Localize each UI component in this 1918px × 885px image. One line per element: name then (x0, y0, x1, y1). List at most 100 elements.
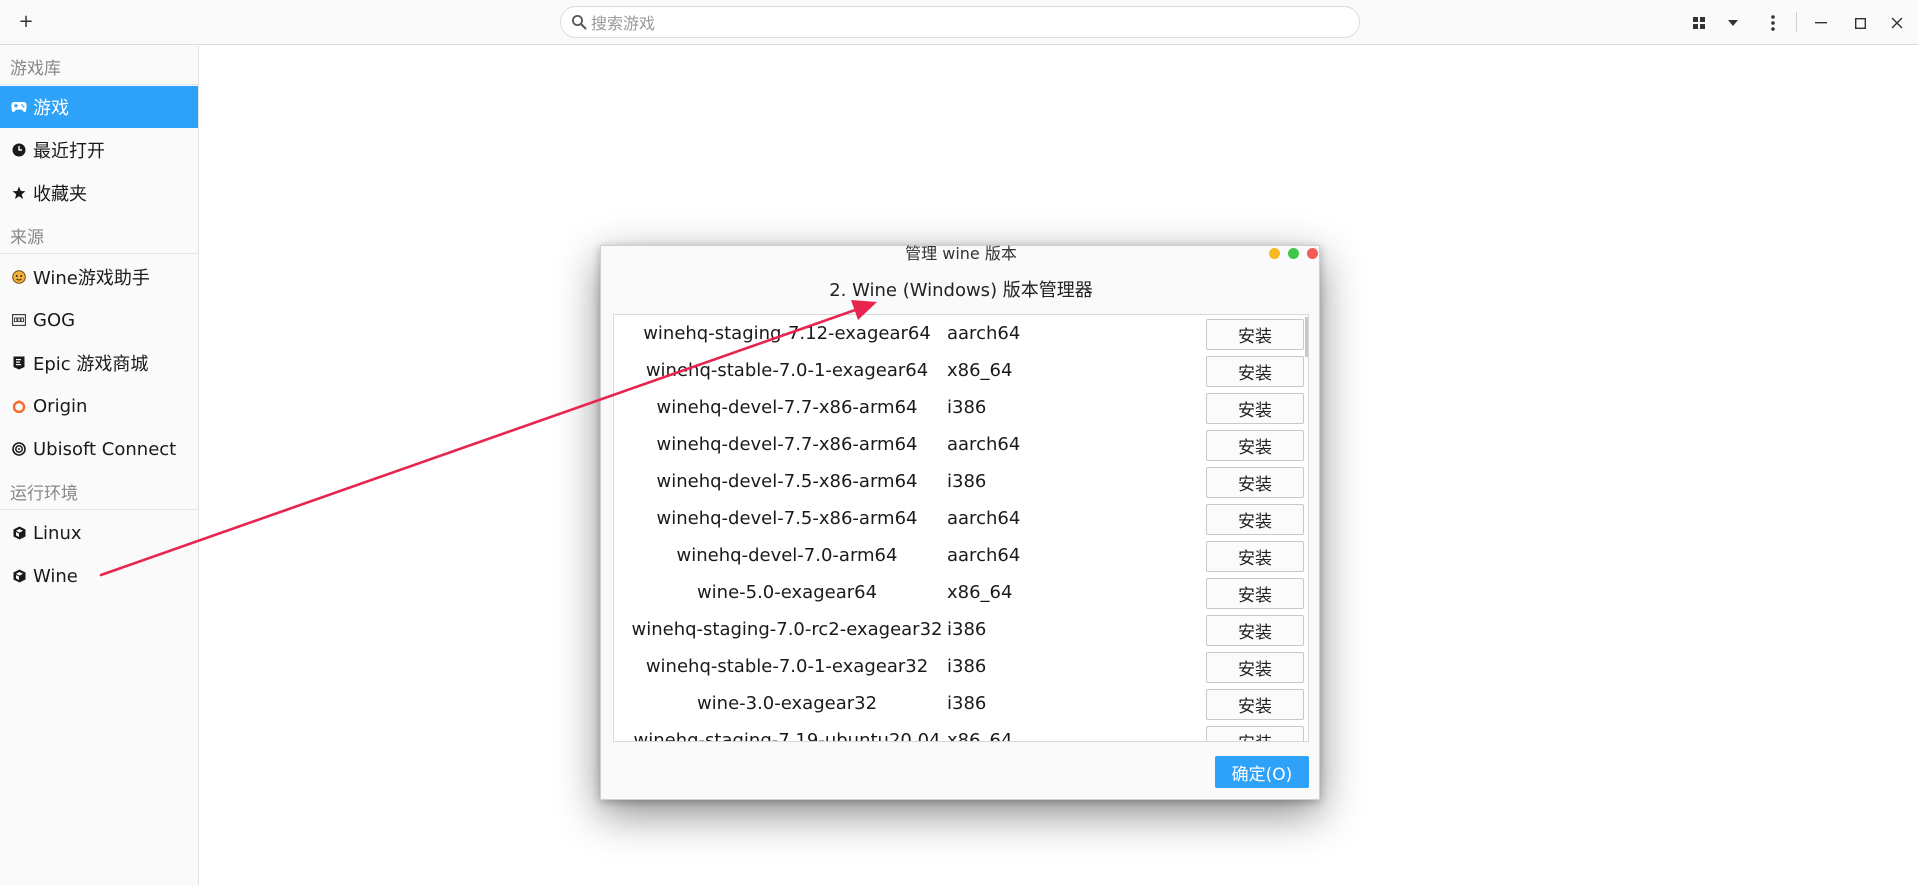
version-arch: x86_64 (947, 360, 1013, 381)
section-divider (0, 253, 198, 254)
dialog-minimize-icon[interactable] (1269, 248, 1280, 259)
install-button[interactable]: 安装 (1206, 726, 1304, 741)
wine-version-list[interactable]: winehq-staging-7.12-exagear64 aarch64 安装… (613, 314, 1309, 742)
dropdown-icon[interactable] (1722, 12, 1744, 34)
version-arch: i386 (947, 656, 987, 677)
sidebar-item-label: 收藏夹 (33, 184, 87, 205)
version-arch: i386 (947, 619, 987, 640)
install-button[interactable]: 安装 (1206, 356, 1304, 387)
sidebar-item-label: GOG (33, 309, 76, 331)
ubisoft-icon (11, 441, 27, 457)
sidebar-item-label: 最近打开 (33, 141, 105, 162)
sidebar-item-ubisoft[interactable]: Ubisoft Connect (0, 428, 198, 470)
table-row: wine-3.0-exagear32 i386 安装 (614, 685, 1308, 722)
maximize-icon[interactable] (1849, 12, 1871, 34)
sidebar-item-recent[interactable]: 最近打开 (0, 129, 198, 171)
section-title-runtimes: 运行环境 (10, 484, 78, 504)
clock-icon (11, 142, 27, 158)
sidebar-item-label: Ubisoft Connect (33, 438, 177, 460)
titlebar-separator (1796, 12, 1797, 32)
sidebar-item-label: Wine (33, 565, 78, 587)
sidebar-item-games[interactable]: 游戏 (0, 86, 198, 128)
sidebar-item-label: Wine游戏助手 (33, 268, 150, 289)
minimize-icon[interactable] (1810, 12, 1832, 34)
version-arch: i386 (947, 471, 987, 492)
dialog-maximize-icon[interactable] (1288, 248, 1299, 259)
version-name: winehq-staging-7.0-rc2-exagear32 (631, 619, 943, 640)
search-input[interactable] (591, 11, 1341, 35)
table-row: wine-5.0-exagear64 x86_64 安装 (614, 574, 1308, 611)
install-button[interactable]: 安装 (1206, 689, 1304, 720)
sidebar-item-origin[interactable]: Origin (0, 385, 198, 427)
dialog-heading: 2. Wine (Windows) 版本管理器 (829, 280, 1093, 301)
version-arch: aarch64 (947, 323, 1021, 344)
table-row: winehq-devel-7.7-x86-arm64 aarch64 安装 (614, 426, 1308, 463)
table-row: winehq-devel-7.7-x86-arm64 i386 安装 (614, 389, 1308, 426)
search-box[interactable] (560, 6, 1360, 38)
version-name: winehq-devel-7.7-x86-arm64 (656, 434, 918, 455)
table-row: winehq-stable-7.0-1-exagear32 i386 安装 (614, 648, 1308, 685)
section-divider (0, 84, 198, 85)
origin-icon (11, 398, 27, 414)
sidebar-item-label: Origin (33, 395, 88, 417)
close-icon[interactable] (1886, 12, 1908, 34)
section-title-library: 游戏库 (10, 59, 61, 79)
sidebar-item-wine[interactable]: Wine (0, 555, 198, 597)
version-name: winehq-stable-7.0-1-exagear64 (645, 360, 929, 381)
sidebar-item-epic[interactable]: Epic 游戏商城 (0, 342, 198, 384)
sidebar-item-label: Epic 游戏商城 (33, 354, 149, 375)
table-row: winehq-staging-7.12-exagear64 aarch64 安装 (614, 315, 1308, 352)
version-arch: x86_64 (947, 730, 1013, 742)
version-arch: i386 (947, 693, 987, 714)
install-button[interactable]: 安装 (1206, 319, 1304, 350)
install-button[interactable]: 安装 (1206, 578, 1304, 609)
version-name: winehq-staging-7.12-exagear64 (643, 323, 931, 344)
table-row: winehq-staging-7.0-rc2-exagear32 i386 安装 (614, 611, 1308, 648)
version-name: winehq-staging-7.19-ubuntu20.04 (633, 730, 941, 742)
install-button[interactable]: 安装 (1206, 504, 1304, 535)
version-name: winehq-devel-7.7-x86-arm64 (656, 397, 918, 418)
version-arch: i386 (947, 397, 987, 418)
gamepad-icon (11, 99, 27, 115)
sidebar: 游戏库 游戏 最近打开 收藏夹 来源 Wine游戏助手 GOG Epic 游戏商… (0, 46, 199, 885)
title-bar: + (0, 0, 1918, 45)
version-name: wine-5.0-exagear64 (696, 582, 878, 603)
table-row: winehq-devel-7.0-arm64 aarch64 安装 (614, 537, 1308, 574)
table-row: winehq-stable-7.0-1-exagear64 x86_64 安装 (614, 352, 1308, 389)
install-button[interactable]: 安装 (1206, 615, 1304, 646)
install-button[interactable]: 安装 (1206, 467, 1304, 498)
install-button[interactable]: 安装 (1206, 393, 1304, 424)
table-row: winehq-staging-7.19-ubuntu20.04 x86_64 安… (614, 722, 1308, 742)
version-name: winehq-devel-7.0-arm64 (676, 545, 898, 566)
more-menu-icon[interactable] (1762, 12, 1784, 34)
sidebar-item-label: 游戏 (33, 98, 69, 119)
search-icon (572, 15, 587, 30)
add-game-button[interactable]: + (16, 10, 36, 34)
sidebar-item-gog[interactable]: GOG (0, 299, 198, 341)
ok-button[interactable]: 确定(O) (1215, 756, 1309, 788)
install-button[interactable]: 安装 (1206, 541, 1304, 572)
table-row: winehq-devel-7.5-x86-arm64 i386 安装 (614, 463, 1308, 500)
install-button[interactable]: 安装 (1206, 430, 1304, 461)
section-divider (0, 509, 198, 510)
version-arch: aarch64 (947, 508, 1021, 529)
cube-icon (11, 568, 27, 584)
version-name: winehq-devel-7.5-x86-arm64 (656, 508, 918, 529)
sidebar-item-favorites[interactable]: 收藏夹 (0, 172, 198, 214)
gog-icon (11, 312, 27, 328)
wine-version-dialog: 管理 wine 版本 2. Wine (Windows) 版本管理器 wineh… (600, 245, 1320, 800)
version-name: wine-3.0-exagear32 (696, 693, 878, 714)
install-button[interactable]: 安装 (1206, 652, 1304, 683)
version-arch: x86_64 (947, 582, 1013, 603)
star-icon (11, 185, 27, 201)
sidebar-item-label: Linux (33, 522, 82, 544)
sidebar-item-linux[interactable]: Linux (0, 512, 198, 554)
sidebar-item-wine-helper[interactable]: Wine游戏助手 (0, 256, 198, 298)
list-scrollbar[interactable] (1305, 317, 1308, 357)
version-arch: aarch64 (947, 545, 1021, 566)
version-arch: aarch64 (947, 434, 1021, 455)
grid-view-icon[interactable] (1688, 12, 1710, 34)
section-title-sources: 来源 (10, 228, 44, 248)
wine-helper-icon (11, 269, 27, 285)
dialog-close-icon[interactable] (1307, 248, 1318, 259)
